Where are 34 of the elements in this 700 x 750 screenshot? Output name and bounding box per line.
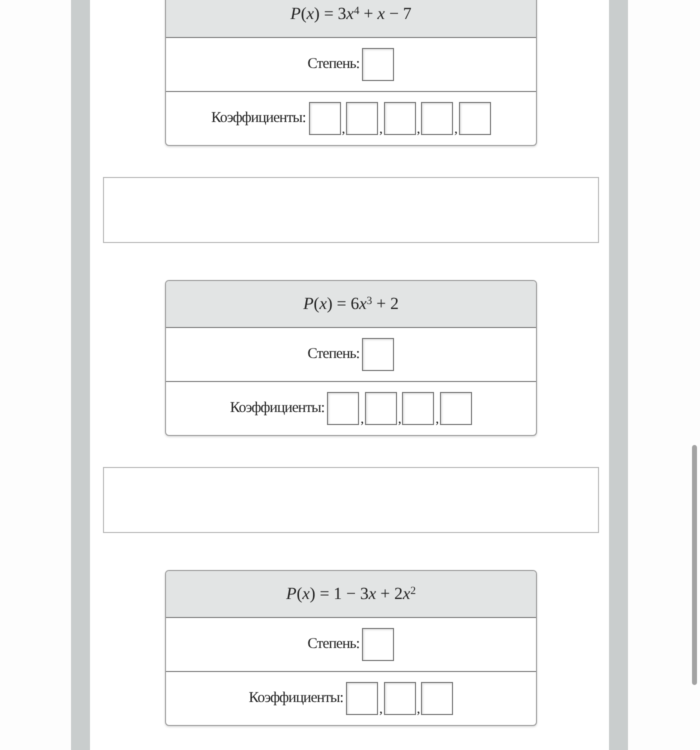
- input-field[interactable]: [327, 392, 360, 425]
- field-label: Степень:: [308, 345, 360, 364]
- comma-separator: ,: [379, 123, 383, 137]
- field-label: Степень:: [308, 635, 360, 654]
- input-field[interactable]: [458, 102, 491, 135]
- input-field[interactable]: [346, 682, 378, 715]
- field-label: Коэффициенты:: [248, 689, 344, 708]
- formula: P(x) = 6x$^{3}$ + 2: [303, 293, 399, 315]
- input-field[interactable]: [440, 392, 472, 425]
- field-label: Степень:: [308, 55, 360, 74]
- comma-separator: ,: [416, 123, 420, 137]
- input-field[interactable]: [421, 682, 454, 715]
- field-label: Коэффициенты:: [211, 109, 306, 128]
- input-field[interactable]: [346, 102, 378, 135]
- formula: P(x) = 3x$^{4}$ + x − 7: [290, 3, 412, 25]
- input-field[interactable]: [362, 338, 394, 371]
- input-field[interactable]: [308, 102, 341, 135]
- input-field[interactable]: [421, 102, 454, 135]
- input-field[interactable]: [402, 392, 434, 425]
- scrollbar-thumb[interactable]: [692, 445, 697, 685]
- comma-separator: ,: [416, 703, 420, 717]
- input-field[interactable]: [384, 682, 416, 715]
- input-field[interactable]: [362, 628, 394, 661]
- input-field[interactable]: [362, 48, 394, 81]
- comma-separator: ,: [454, 123, 458, 137]
- comma-separator: ,: [342, 123, 346, 137]
- input-field[interactable]: [384, 102, 416, 135]
- formula: P(x) = 1 − 3x + 2x$^{2}$: [286, 583, 416, 605]
- comma-separator: ,: [435, 413, 439, 427]
- comma-separator: ,: [379, 703, 383, 717]
- comma-separator: ,: [360, 413, 364, 427]
- comma-separator: ,: [398, 413, 402, 427]
- field-label: Коэффициенты:: [230, 399, 324, 418]
- input-field[interactable]: [364, 392, 397, 425]
